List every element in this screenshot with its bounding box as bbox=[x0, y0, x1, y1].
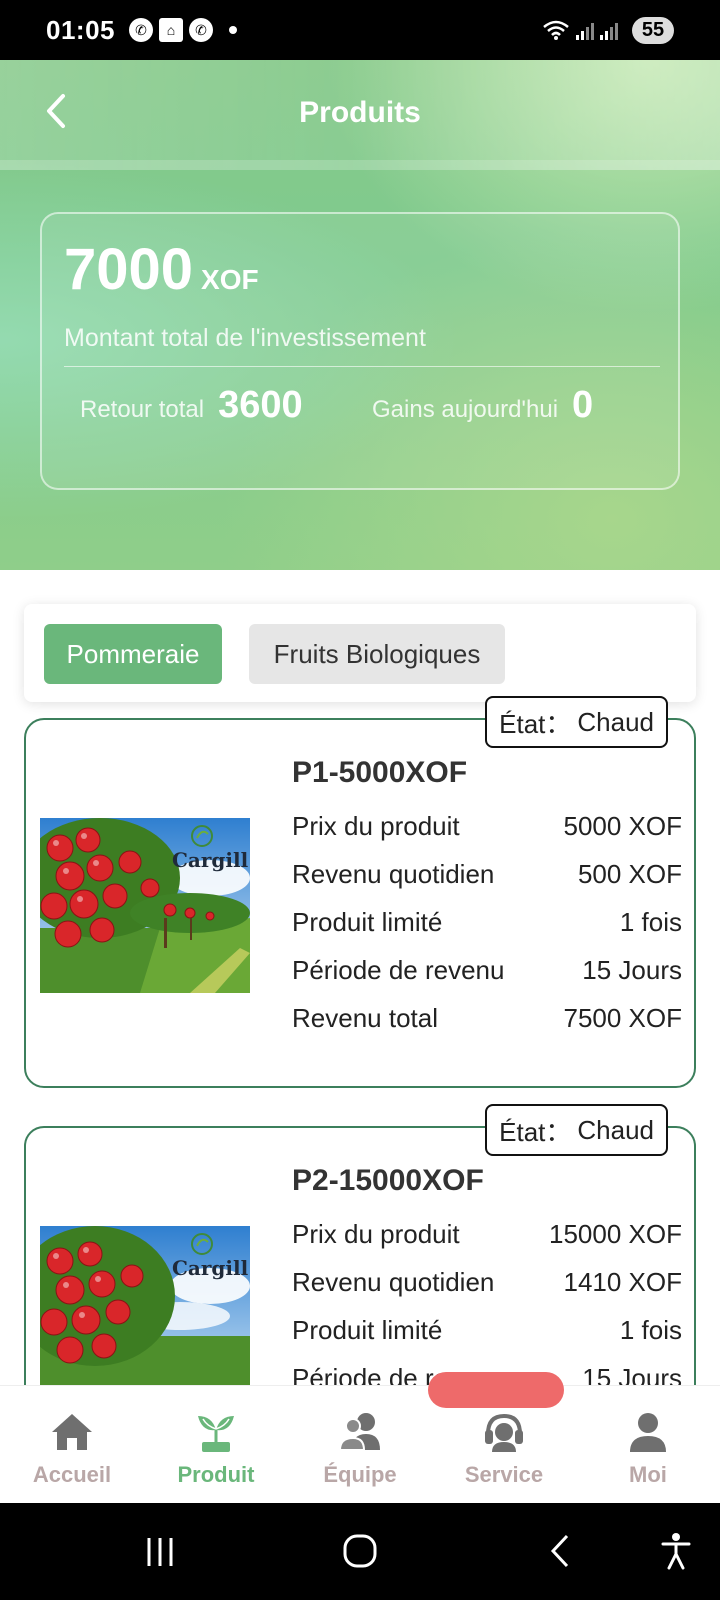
nav-item-equipe[interactable]: Équipe bbox=[288, 1386, 432, 1503]
spec-row: Période de revenu 15 Jours bbox=[292, 946, 682, 994]
status-time: 01:05 bbox=[46, 14, 115, 45]
system-navigation-bar bbox=[0, 1503, 720, 1600]
accessibility-button[interactable] bbox=[656, 1531, 696, 1571]
whatsapp-icon: ✆ bbox=[189, 18, 213, 42]
spec-label: Produit limité bbox=[292, 906, 443, 937]
spec-value: 500 XOF bbox=[577, 858, 682, 889]
sprout-icon bbox=[198, 1416, 234, 1452]
tab-fruits-biologiques[interactable]: Fruits Biologiques bbox=[249, 624, 505, 684]
total-return-stat: Retour total 3600 bbox=[80, 384, 303, 427]
state-label: État： bbox=[499, 708, 572, 739]
brand-logo: Cargill bbox=[172, 1256, 249, 1280]
spec-row: Prix du produit 5000 XOF bbox=[292, 802, 682, 850]
team-icon bbox=[338, 1413, 380, 1451]
spec-value: 7500 XOF bbox=[563, 1002, 682, 1033]
nav-label: Service bbox=[464, 1462, 544, 1487]
product-specs: Prix du produit 5000 XOF Revenu quotidie… bbox=[292, 802, 682, 1042]
wifi-icon bbox=[543, 20, 569, 40]
bottom-navigation: Accueil Produit Équipe Service Moi bbox=[0, 1385, 720, 1503]
toast-notification bbox=[428, 1372, 564, 1408]
accessibility-icon bbox=[661, 1533, 691, 1570]
spec-row: Revenu quotidien 500 XOF bbox=[292, 850, 682, 898]
nav-label: Équipe bbox=[323, 1462, 397, 1487]
total-return-label: Retour total bbox=[80, 396, 205, 423]
tab-pommeraie[interactable]: Pommeraie bbox=[44, 624, 222, 684]
total-investment-currency: XOF bbox=[201, 264, 259, 295]
today-earnings-value: 0 bbox=[572, 384, 594, 426]
state-label: État： bbox=[499, 1116, 572, 1147]
state-badge: État： Chaud bbox=[485, 1104, 668, 1156]
back-arrow-icon bbox=[550, 1534, 569, 1568]
spec-label: Revenu quotidien bbox=[292, 858, 495, 889]
today-earnings-label: Gains aujourd'hui bbox=[372, 396, 559, 423]
spec-value: 5000 XOF bbox=[563, 810, 682, 841]
system-status-icons: 55 bbox=[542, 16, 674, 44]
headset-icon bbox=[485, 1413, 523, 1452]
product-name: P2-15000XOF bbox=[292, 1164, 484, 1197]
spec-value: 1 fois bbox=[619, 906, 682, 937]
total-investment-value: 7000 bbox=[64, 237, 194, 302]
spec-label: Prix du produit bbox=[292, 810, 460, 841]
spec-label: Période de revenu bbox=[292, 954, 505, 985]
spec-row: Revenu total 7500 XOF bbox=[292, 994, 682, 1042]
page-title: Produits bbox=[299, 96, 421, 129]
mosque-icon: ⌂ bbox=[159, 18, 183, 42]
signal-icon bbox=[576, 20, 594, 40]
total-investment-label: Montant total de l'investissement bbox=[64, 324, 426, 352]
nav-item-produit[interactable]: Produit bbox=[144, 1386, 288, 1503]
person-icon bbox=[630, 1413, 666, 1452]
spec-label: Revenu quotidien bbox=[292, 1266, 495, 1297]
product-list-area[interactable]: Pommeraie Fruits Biologiques État： Chaud bbox=[0, 570, 720, 1385]
state-value: Chaud bbox=[577, 1114, 654, 1145]
spec-label: Revenu total bbox=[292, 1002, 438, 1033]
nav-label: Accueil bbox=[32, 1462, 112, 1487]
home-icon bbox=[52, 1414, 92, 1450]
spec-label: Produit limité bbox=[292, 1314, 443, 1345]
nav-label: Moi bbox=[629, 1462, 667, 1487]
spec-label: Prix du produit bbox=[292, 1218, 460, 1249]
home-button[interactable] bbox=[340, 1531, 380, 1571]
category-tabs: Pommeraie Fruits Biologiques bbox=[24, 604, 696, 702]
product-card[interactable]: État： Chaud bbox=[24, 696, 696, 1088]
spec-value: 15000 XOF bbox=[549, 1218, 682, 1249]
spec-value: 15 Jours bbox=[582, 954, 682, 985]
hero-section: Produits 7000 XOF Montant total de l'inv… bbox=[0, 60, 720, 570]
spec-value: 1 fois bbox=[619, 1314, 682, 1345]
spec-value: 1410 XOF bbox=[563, 1266, 682, 1297]
recent-apps-icon bbox=[147, 1538, 173, 1566]
nav-item-accueil[interactable]: Accueil bbox=[0, 1386, 144, 1503]
total-investment: 7000 XOF bbox=[64, 236, 259, 303]
signal-icon bbox=[600, 20, 618, 40]
nav-item-moi[interactable]: Moi bbox=[576, 1386, 720, 1503]
today-earnings-stat: Gains aujourd'hui 0 bbox=[372, 384, 593, 427]
product-name: P1-5000XOF bbox=[292, 756, 468, 789]
home-circle-icon bbox=[343, 1534, 377, 1568]
spec-row: Revenu quotidien 1410 XOF bbox=[292, 1258, 682, 1306]
product-image-apple-orchard: Cargill bbox=[40, 818, 250, 993]
state-value: Chaud bbox=[577, 706, 654, 737]
divider bbox=[64, 366, 660, 367]
spec-value: 15 Jours bbox=[582, 1362, 682, 1386]
product-specs: Prix du produit 15000 XOF Revenu quotidi… bbox=[292, 1210, 682, 1386]
more-notifications-dot-icon bbox=[229, 26, 237, 34]
battery-indicator: 55 bbox=[632, 16, 674, 44]
spec-row: Prix du produit 15000 XOF bbox=[292, 1210, 682, 1258]
state-badge: État： Chaud bbox=[485, 696, 668, 748]
status-bar: 01:05 ✆ ⌂ ✆ 55 bbox=[0, 0, 720, 60]
product-image-apple-orchard: Cargill bbox=[40, 1226, 250, 1385]
whatsapp-icon: ✆ bbox=[129, 18, 153, 42]
nav-label: Produit bbox=[177, 1462, 255, 1487]
spec-row: Produit limité 1 fois bbox=[292, 1306, 682, 1354]
investment-summary-card: 7000 XOF Montant total de l'investisseme… bbox=[40, 212, 680, 490]
notification-icons: ✆ ⌂ ✆ bbox=[129, 18, 237, 42]
total-return-value: 3600 bbox=[218, 384, 303, 426]
brand-logo: Cargill bbox=[172, 848, 249, 872]
recent-apps-button[interactable] bbox=[140, 1533, 180, 1571]
spec-row: Produit limité 1 fois bbox=[292, 898, 682, 946]
back-nav-button[interactable] bbox=[540, 1531, 580, 1571]
product-card[interactable]: État： Chaud bbox=[24, 1104, 696, 1386]
